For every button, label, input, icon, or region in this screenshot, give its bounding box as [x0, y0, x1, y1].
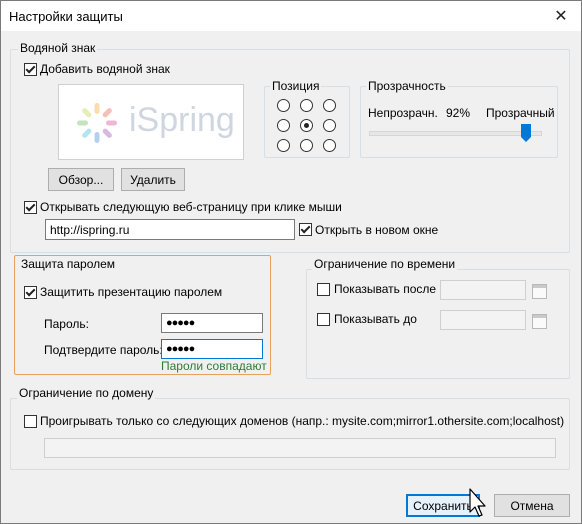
position-middle-left-radio[interactable] — [277, 119, 290, 132]
show-until-label: Показывать до — [334, 312, 417, 326]
confirm-password-label: Подтвердите пароль: — [44, 343, 163, 357]
show-after-label: Показывать после — [334, 282, 437, 296]
mouse-cursor-icon — [469, 488, 486, 517]
calendar-icon — [532, 314, 547, 329]
remove-button[interactable]: Удалить — [121, 168, 185, 191]
transparency-label: Прозрачность — [366, 79, 448, 93]
play-only-label: Проигрывать только со следующих доменов … — [40, 414, 565, 428]
position-bottom-left-radio[interactable] — [277, 139, 290, 152]
position-label: Позиция — [270, 79, 322, 93]
position-top-center-radio[interactable] — [300, 99, 313, 112]
transparency-group — [360, 86, 558, 158]
preview-logo-text: iSpring — [129, 101, 235, 139]
position-top-left-radio[interactable] — [277, 99, 290, 112]
show-until-checkbox[interactable] — [317, 313, 330, 326]
domain-group — [10, 398, 570, 470]
time-group-label: Ограничение по времени — [312, 257, 458, 271]
watermark-group-label: Водяной знак — [18, 41, 98, 55]
password-match-text: Пароли совпадают — [161, 359, 267, 373]
transparency-slider-track[interactable] — [369, 131, 542, 136]
protect-checkbox[interactable] — [24, 286, 37, 299]
password-group-label: Защита паролем — [19, 257, 118, 271]
cancel-button[interactable]: Отмена — [494, 494, 570, 517]
opaque-label: Непрозрачн. — [368, 106, 438, 120]
ispring-logo-icon — [77, 103, 117, 143]
show-until-input — [440, 310, 526, 330]
password-label: Пароль: — [44, 317, 89, 331]
position-bottom-right-radio[interactable] — [323, 139, 336, 152]
show-after-checkbox[interactable] — [317, 283, 330, 296]
position-middle-right-radio[interactable] — [323, 119, 336, 132]
position-bottom-center-radio[interactable] — [300, 139, 313, 152]
add-watermark-label: Добавить водяной знак — [40, 62, 170, 76]
transparent-label: Прозрачный — [486, 106, 555, 120]
password-input[interactable]: ●●●●● — [161, 313, 263, 333]
watermark-preview: iSpring — [58, 84, 244, 160]
window-title: Настройки защиты — [9, 9, 123, 24]
position-top-right-radio[interactable] — [323, 99, 336, 112]
transparency-value: 92% — [446, 106, 471, 120]
position-center-radio[interactable] — [300, 119, 313, 132]
new-window-checkbox[interactable] — [299, 223, 312, 236]
domains-input — [44, 438, 556, 458]
url-input[interactable]: http://ispring.ru — [45, 219, 295, 240]
close-button[interactable]: ✕ — [549, 5, 573, 27]
browse-button[interactable]: Обзор... — [48, 168, 114, 191]
open-url-checkbox[interactable] — [24, 201, 37, 214]
domain-group-label: Ограничение по домену — [17, 386, 156, 400]
new-window-label: Открыть в новом окне — [315, 223, 439, 237]
play-only-checkbox[interactable] — [24, 415, 37, 428]
title-bar: Настройки защиты ✕ — [1, 1, 581, 31]
show-after-input — [440, 280, 526, 300]
calendar-icon — [532, 284, 547, 299]
transparency-slider-thumb[interactable] — [521, 124, 532, 142]
add-watermark-checkbox[interactable] — [24, 63, 37, 76]
confirm-password-input[interactable]: ●●●●● — [161, 339, 263, 359]
open-url-label: Открывать следующую веб-страницу при кли… — [40, 200, 342, 214]
protect-label: Защитить презентацию паролем — [40, 285, 223, 299]
